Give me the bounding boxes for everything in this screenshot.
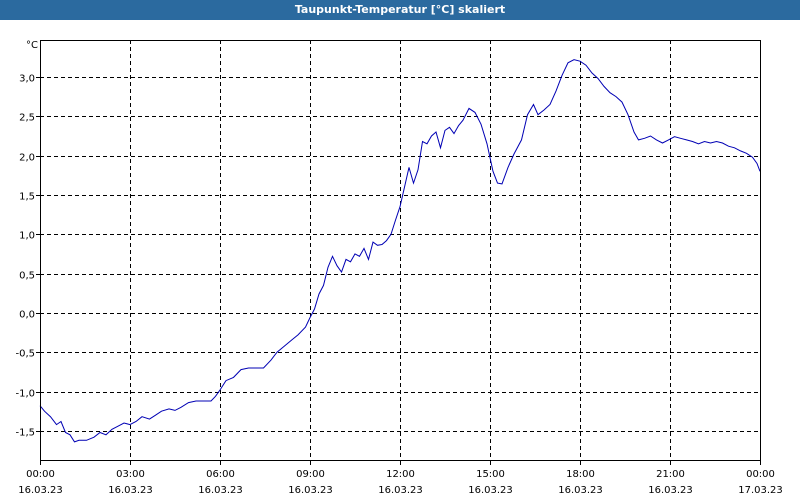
y-axis-unit-label: °C	[26, 40, 38, 51]
x-tick-time-label: 18:00	[566, 469, 595, 480]
x-tick-time-label: 06:00	[206, 469, 235, 480]
x-tick-time-label: 00:00	[26, 469, 55, 480]
x-tick-date-label: 16.03.23	[18, 485, 63, 496]
grid-lines	[40, 40, 760, 460]
y-tick-label: 3,0	[19, 74, 35, 85]
y-tick-label: 1,5	[19, 192, 35, 203]
chart-title: Taupunkt-Temperatur [°C] skaliert	[0, 0, 800, 20]
y-axis-ticks: 3,0 2,5 2,0 1,5 1,0 0,5 0,0 -0,5 -1,0 -1,5	[15, 74, 40, 439]
x-tick-time-label: 00:00	[746, 469, 775, 480]
x-tick-date-label: 16.03.23	[288, 485, 333, 496]
x-tick-time-label: 12:00	[386, 469, 415, 480]
x-tick-date-label: 16.03.23	[558, 485, 603, 496]
x-tick-date-label: 16.03.23	[198, 485, 243, 496]
x-tick-time-label: 09:00	[296, 469, 325, 480]
y-tick-label: -0,5	[15, 349, 35, 360]
y-tick-label: 0,0	[19, 310, 35, 321]
x-tick-time-label: 03:00	[116, 469, 145, 480]
y-tick-label: -1,0	[15, 389, 35, 400]
x-tick-date-label: 16.03.23	[648, 485, 693, 496]
x-tick-date-label: 17.03.23	[738, 485, 783, 496]
y-tick-label: -1,5	[15, 428, 35, 439]
y-tick-label: 0,5	[19, 271, 35, 282]
chart-plot: °C 3,0 2,5 2,0 1,5 1,0 0,5 0,0 -0,5 -1,0 -1,5 00:…	[15, 40, 783, 496]
x-axis-ticks: 00:00 16.03.23 03:00 16.03.23 06:00 16.03.23 0…	[18, 460, 783, 496]
x-tick-date-label: 16.03.23	[378, 485, 423, 496]
x-tick-time-label: 15:00	[476, 469, 505, 480]
x-tick-time-label: 21:00	[656, 469, 685, 480]
y-tick-label: 1,0	[19, 231, 35, 242]
x-tick-date-label: 16.03.23	[468, 485, 513, 496]
x-tick-date-label: 16.03.23	[108, 485, 153, 496]
y-tick-label: 2,0	[19, 153, 35, 164]
y-tick-label: 2,5	[19, 113, 35, 124]
